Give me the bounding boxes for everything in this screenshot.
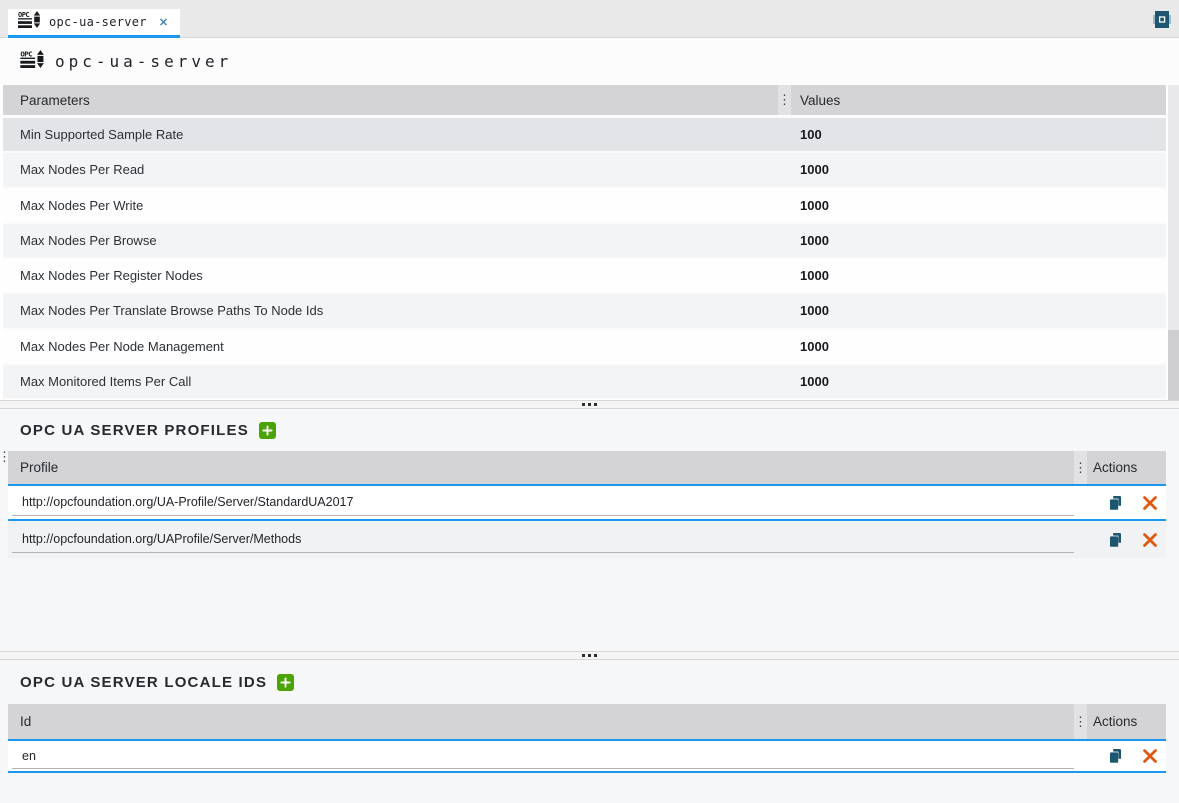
parameter-name: Max Nodes Per Read xyxy=(3,162,791,177)
tab-opc-ua-server[interactable]: opc-ua-server ✕ xyxy=(8,9,180,38)
parameter-name: Max Nodes Per Browse xyxy=(3,233,791,248)
parameter-value: 1000 xyxy=(791,233,829,248)
scrollbar-thumb[interactable] xyxy=(1168,330,1179,400)
maximize-icon[interactable] xyxy=(1153,11,1171,28)
column-resize-icon[interactable]: ⋮ xyxy=(1074,704,1087,739)
close-icon[interactable]: ✕ xyxy=(155,16,168,29)
parameters-pane: Parameters ⋮ Values Min Supported Sample… xyxy=(0,85,1179,400)
column-header-values: Values xyxy=(791,93,840,108)
column-header-actions: Actions xyxy=(1087,714,1137,729)
text-input[interactable]: http://opcfoundation.org/UAProfile/Serve… xyxy=(12,527,1074,553)
locales-table-body: en xyxy=(0,739,1179,773)
page-header: opc-ua-server xyxy=(0,38,1179,85)
splitter-handle[interactable] xyxy=(0,400,1179,409)
column-header-profile: Profile xyxy=(8,460,1074,475)
delete-icon[interactable] xyxy=(1143,749,1157,763)
column-header-actions: Actions xyxy=(1087,460,1137,475)
parameter-name: Min Supported Sample Rate xyxy=(3,127,791,142)
page-title: opc-ua-server xyxy=(55,52,232,71)
row-actions xyxy=(1074,532,1166,548)
parameter-row[interactable]: Max Nodes Per Node Management 1000 xyxy=(3,330,1166,365)
profiles-pane: ⋮ OPC UA SERVER PROFILES Profile ⋮ Actio… xyxy=(0,409,1179,651)
parameter-name: Max Nodes Per Write xyxy=(3,198,791,213)
column-resize-icon[interactable]: ⋮ xyxy=(778,85,791,115)
tab-label: opc-ua-server xyxy=(49,15,147,29)
profiles-table-header: Profile ⋮ Actions xyxy=(8,451,1166,484)
pane-resize-icon[interactable]: ⋮ xyxy=(0,449,11,465)
parameter-value: 1000 xyxy=(791,162,829,177)
row-actions xyxy=(1074,748,1166,764)
parameter-value: 1000 xyxy=(791,339,829,354)
parameter-name: Max Nodes Per Translate Browse Paths To … xyxy=(3,303,791,318)
table-row[interactable]: en xyxy=(8,739,1166,773)
table-row[interactable]: http://opcfoundation.org/UA-Profile/Serv… xyxy=(8,484,1166,521)
parameter-value: 100 xyxy=(791,127,822,142)
profiles-section-title: OPC UA SERVER PROFILES xyxy=(20,422,249,439)
parameter-name: Max Nodes Per Node Management xyxy=(3,339,791,354)
locales-section-title: OPC UA SERVER LOCALE IDS xyxy=(20,674,267,691)
profiles-section-bar: OPC UA SERVER PROFILES xyxy=(0,409,1179,451)
parameter-value: 1000 xyxy=(791,374,829,389)
locales-table-header: Id ⋮ Actions xyxy=(8,704,1166,739)
tab-bar: opc-ua-server ✕ xyxy=(0,0,1179,38)
parameter-row[interactable]: Max Monitored Items Per Call 1000 xyxy=(3,365,1166,400)
parameter-row[interactable]: Max Nodes Per Translate Browse Paths To … xyxy=(3,294,1166,329)
table-row[interactable]: http://opcfoundation.org/UAProfile/Serve… xyxy=(8,521,1166,558)
parameter-row[interactable]: Min Supported Sample Rate 100 xyxy=(3,115,1166,153)
add-locale-button[interactable] xyxy=(277,674,294,691)
delete-icon[interactable] xyxy=(1143,533,1157,547)
locales-section-bar: OPC UA SERVER LOCALE IDS xyxy=(0,660,1179,704)
copy-icon[interactable] xyxy=(1108,748,1123,764)
column-header-id: Id xyxy=(8,714,1074,729)
parameter-value: 1000 xyxy=(791,198,829,213)
splitter-handle[interactable] xyxy=(0,651,1179,660)
copy-icon[interactable] xyxy=(1108,495,1123,511)
text-input[interactable]: en xyxy=(12,743,1074,769)
text-input[interactable]: http://opcfoundation.org/UA-Profile/Serv… xyxy=(12,490,1074,516)
parameter-row[interactable]: Max Nodes Per Browse 1000 xyxy=(3,224,1166,259)
opc-ua-icon xyxy=(20,50,45,73)
copy-icon[interactable] xyxy=(1108,532,1123,548)
parameter-value: 1000 xyxy=(791,303,829,318)
scrollbar-track[interactable] xyxy=(1168,85,1179,400)
opc-ua-icon xyxy=(18,11,41,33)
parameter-row[interactable]: Max Nodes Per Write 1000 xyxy=(3,189,1166,224)
locale-ids-pane: OPC UA SERVER LOCALE IDS Id ⋮ Actions en xyxy=(0,660,1179,803)
parameter-row[interactable]: Max Nodes Per Read 1000 xyxy=(3,153,1166,188)
column-header-parameters: Parameters xyxy=(3,93,778,108)
parameters-table-header: Parameters ⋮ Values xyxy=(3,85,1166,115)
parameter-value: 1000 xyxy=(791,268,829,283)
delete-icon[interactable] xyxy=(1143,496,1157,510)
actions-header-cell: ⋮ Actions xyxy=(1074,704,1166,739)
parameter-row[interactable]: Max Nodes Per Register Nodes 1000 xyxy=(3,259,1166,294)
add-profile-button[interactable] xyxy=(259,422,276,439)
parameter-name: Max Monitored Items Per Call xyxy=(3,374,791,389)
profiles-table-body: http://opcfoundation.org/UA-Profile/Serv… xyxy=(0,484,1179,558)
actions-header-cell: ⋮ Actions xyxy=(1074,451,1166,484)
column-resize-icon[interactable]: ⋮ xyxy=(1074,451,1087,484)
opc-ua-server-window: opc-ua-server ✕ opc-ua-server Parameters… xyxy=(0,0,1179,803)
row-actions xyxy=(1074,495,1166,511)
parameters-table-body: Min Supported Sample Rate 100 Max Nodes … xyxy=(0,115,1179,400)
parameter-name: Max Nodes Per Register Nodes xyxy=(3,268,791,283)
